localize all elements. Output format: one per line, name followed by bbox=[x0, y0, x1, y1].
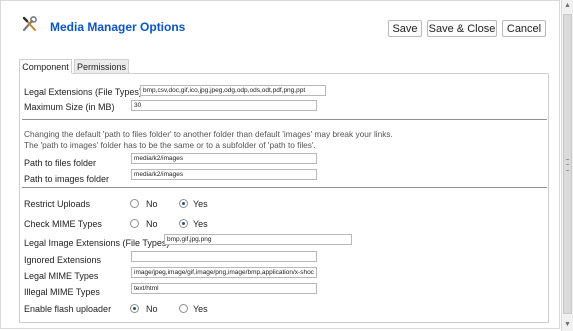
save-button[interactable]: Save bbox=[388, 20, 422, 37]
scrollbar-thumb[interactable] bbox=[563, 14, 572, 314]
grip-icon bbox=[566, 159, 569, 171]
check-mime-no-radio[interactable] bbox=[130, 219, 139, 228]
restrict-uploads-yes-label: Yes bbox=[193, 199, 208, 209]
flash-uploader-yes-label: Yes bbox=[193, 304, 208, 314]
wrench-screwdriver-icon bbox=[22, 16, 37, 32]
max-size-input[interactable] bbox=[131, 100, 317, 111]
separator bbox=[22, 187, 547, 188]
legal-image-ext-input[interactable] bbox=[164, 234, 352, 245]
path-warning-note: The 'path to images' folder has to be th… bbox=[24, 140, 316, 150]
restrict-uploads-label: Restrict Uploads bbox=[24, 199, 91, 209]
legal-mime-input[interactable] bbox=[131, 267, 317, 278]
check-mime-label: Check MIME Types bbox=[24, 219, 102, 229]
path-files-label: Path to files folder bbox=[24, 158, 97, 168]
cancel-button[interactable]: Cancel bbox=[502, 20, 546, 37]
ignored-ext-label: Ignored Extensions bbox=[24, 255, 102, 265]
path-images-label: Path to images folder bbox=[24, 174, 110, 184]
legal-extensions-input[interactable] bbox=[140, 85, 326, 96]
legal-image-ext-label: Legal Image Extensions (File Types) bbox=[24, 238, 170, 248]
restrict-uploads-yes-radio[interactable] bbox=[179, 199, 188, 208]
max-size-label: Maximum Size (in MB) bbox=[24, 102, 115, 112]
flash-uploader-no-radio[interactable] bbox=[130, 304, 139, 313]
illegal-mime-label: Illegal MIME Types bbox=[24, 287, 100, 297]
legal-mime-label: Legal MIME Types bbox=[24, 271, 99, 281]
path-files-input[interactable] bbox=[131, 153, 317, 164]
tab-permissions[interactable]: Permissions bbox=[74, 59, 129, 74]
path-warning-note: Changing the default 'path to files fold… bbox=[24, 129, 393, 139]
path-images-input[interactable] bbox=[131, 169, 317, 180]
scroll-down-icon[interactable]: ▼ bbox=[562, 319, 573, 331]
check-mime-yes-label: Yes bbox=[193, 219, 208, 229]
save-close-button[interactable]: Save & Close bbox=[427, 20, 497, 37]
flash-uploader-no-label: No bbox=[146, 304, 158, 314]
options-window: Media Manager Options Save Save & Close … bbox=[0, 0, 560, 329]
vertical-scrollbar[interactable]: ▲ ▼ bbox=[561, 0, 573, 331]
illegal-mime-input[interactable] bbox=[131, 283, 317, 294]
check-mime-no-label: No bbox=[146, 219, 158, 229]
tab-component[interactable]: Component bbox=[19, 59, 72, 74]
restrict-uploads-no-radio[interactable] bbox=[130, 199, 139, 208]
page-title: Media Manager Options bbox=[50, 20, 186, 34]
restrict-uploads-no-label: No bbox=[146, 199, 158, 209]
legal-extensions-label: Legal Extensions (File Types) bbox=[24, 87, 142, 97]
flash-uploader-label: Enable flash uploader bbox=[24, 304, 112, 314]
ignored-ext-input[interactable] bbox=[131, 251, 317, 262]
scroll-up-icon[interactable]: ▲ bbox=[562, 0, 573, 12]
flash-uploader-yes-radio[interactable] bbox=[179, 304, 188, 313]
separator bbox=[22, 119, 547, 120]
check-mime-yes-radio[interactable] bbox=[179, 219, 188, 228]
